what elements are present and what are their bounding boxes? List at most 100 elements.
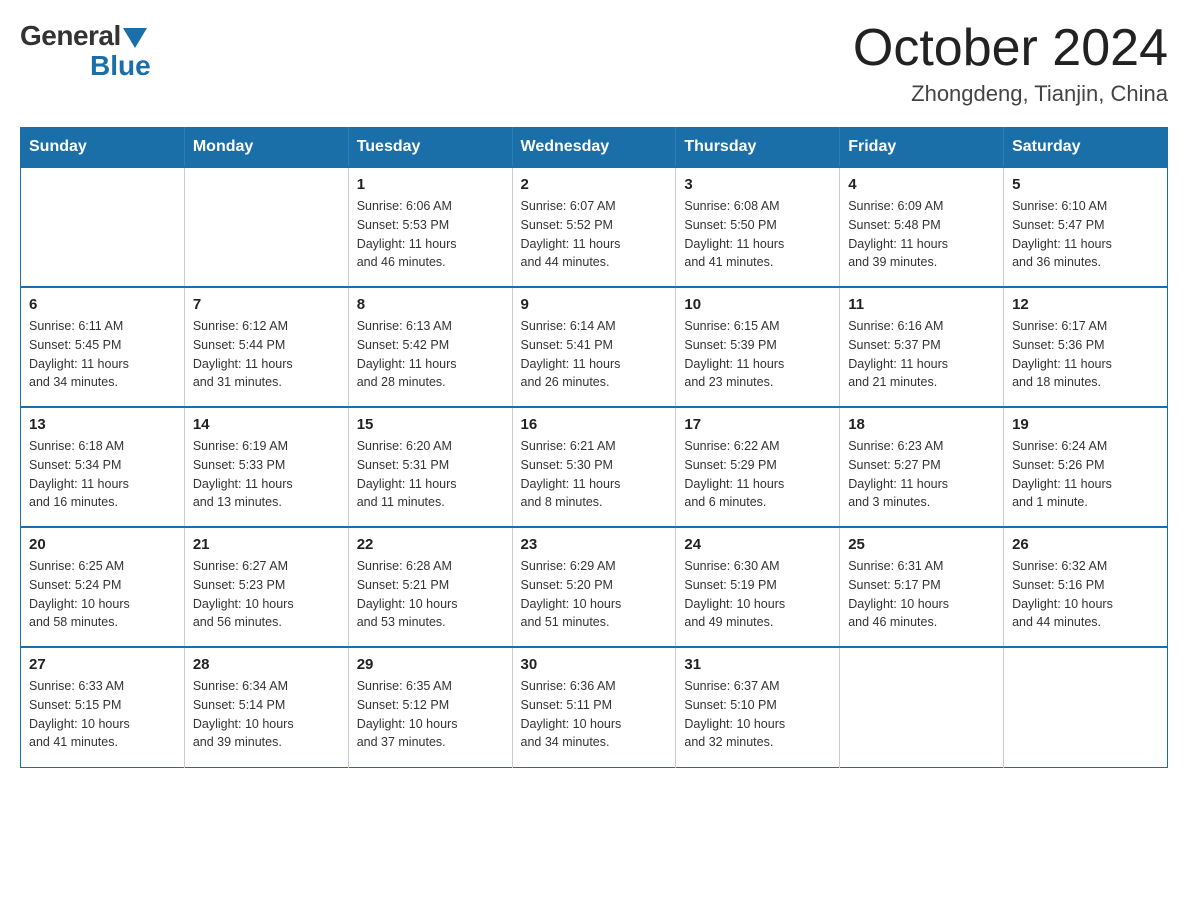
day-info: Sunrise: 6:16 AMSunset: 5:37 PMDaylight:… xyxy=(848,317,995,392)
weekday-header-tuesday: Tuesday xyxy=(348,128,512,168)
calendar-cell: 12Sunrise: 6:17 AMSunset: 5:36 PMDayligh… xyxy=(1004,287,1168,407)
day-number: 26 xyxy=(1012,536,1159,553)
calendar-cell: 1 Sunrise: 6:06 AMSunset: 5:53 PMDaylight… xyxy=(348,167,512,287)
calendar-cell xyxy=(1004,647,1168,767)
day-number: 23 xyxy=(521,536,668,553)
calendar-cell xyxy=(21,167,185,287)
day-number: 17 xyxy=(684,416,831,433)
calendar-cell: 27 Sunrise: 6:33 AMSunset: 5:15 PMDayligh… xyxy=(21,647,185,767)
calendar-cell: 25Sunrise: 6:31 AMSunset: 5:17 PMDayligh… xyxy=(840,527,1004,647)
day-info: Sunrise: 6:12 AMSunset: 5:44 PMDaylight:… xyxy=(193,317,340,392)
calendar-cell: 4 Sunrise: 6:09 AMSunset: 5:48 PMDaylight… xyxy=(840,167,1004,287)
day-info: Sunrise: 6:28 AMSunset: 5:21 PMDaylight:… xyxy=(357,557,504,632)
day-info: Sunrise: 6:07 AMSunset: 5:52 PMDaylight:… xyxy=(521,197,668,272)
calendar-cell: 19 Sunrise: 6:24 AMSunset: 5:26 PMDayligh… xyxy=(1004,407,1168,527)
day-number: 15 xyxy=(357,416,504,433)
day-info: Sunrise: 6:09 AMSunset: 5:48 PMDaylight:… xyxy=(848,197,995,272)
day-info: Sunrise: 6:27 AMSunset: 5:23 PMDaylight:… xyxy=(193,557,340,632)
calendar-cell: 2 Sunrise: 6:07 AMSunset: 5:52 PMDaylight… xyxy=(512,167,676,287)
day-info: Sunrise: 6:24 AMSunset: 5:26 PMDaylight:… xyxy=(1012,437,1159,512)
weekday-header-sunday: Sunday xyxy=(21,128,185,168)
day-number: 28 xyxy=(193,656,340,673)
day-number: 1 xyxy=(357,176,504,193)
weekday-header-wednesday: Wednesday xyxy=(512,128,676,168)
calendar-cell: 26Sunrise: 6:32 AMSunset: 5:16 PMDayligh… xyxy=(1004,527,1168,647)
day-number: 3 xyxy=(684,176,831,193)
day-info: Sunrise: 6:06 AMSunset: 5:53 PMDaylight:… xyxy=(357,197,504,272)
day-info: Sunrise: 6:25 AMSunset: 5:24 PMDaylight:… xyxy=(29,557,176,632)
calendar-cell: 17 Sunrise: 6:22 AMSunset: 5:29 PMDayligh… xyxy=(676,407,840,527)
day-number: 4 xyxy=(848,176,995,193)
calendar-cell: 20Sunrise: 6:25 AMSunset: 5:24 PMDayligh… xyxy=(21,527,185,647)
weekday-header-monday: Monday xyxy=(184,128,348,168)
calendar-cell: 18 Sunrise: 6:23 AMSunset: 5:27 PMDayligh… xyxy=(840,407,1004,527)
day-number: 13 xyxy=(29,416,176,433)
day-info: Sunrise: 6:30 AMSunset: 5:19 PMDaylight:… xyxy=(684,557,831,632)
calendar-cell: 7 Sunrise: 6:12 AMSunset: 5:44 PMDaylight… xyxy=(184,287,348,407)
month-title: October 2024 xyxy=(853,20,1168,77)
title-section: October 2024 Zhongdeng, Tianjin, China xyxy=(853,20,1168,107)
calendar-week-row: 27 Sunrise: 6:33 AMSunset: 5:15 PMDayligh… xyxy=(21,647,1168,767)
day-number: 7 xyxy=(193,296,340,313)
calendar-cell: 24 Sunrise: 6:30 AMSunset: 5:19 PMDayligh… xyxy=(676,527,840,647)
page-header: General Blue October 2024 Zhongdeng, Tia… xyxy=(20,20,1168,107)
day-number: 5 xyxy=(1012,176,1159,193)
day-info: Sunrise: 6:17 AMSunset: 5:36 PMDaylight:… xyxy=(1012,317,1159,392)
weekday-header-row: SundayMondayTuesdayWednesdayThursdayFrid… xyxy=(21,128,1168,168)
calendar-week-row: 20Sunrise: 6:25 AMSunset: 5:24 PMDayligh… xyxy=(21,527,1168,647)
calendar-table: SundayMondayTuesdayWednesdayThursdayFrid… xyxy=(20,127,1168,768)
calendar-cell: 23 Sunrise: 6:29 AMSunset: 5:20 PMDayligh… xyxy=(512,527,676,647)
calendar-cell: 21 Sunrise: 6:27 AMSunset: 5:23 PMDayligh… xyxy=(184,527,348,647)
day-number: 11 xyxy=(848,296,995,313)
calendar-cell: 13 Sunrise: 6:18 AMSunset: 5:34 PMDayligh… xyxy=(21,407,185,527)
calendar-cell: 6 Sunrise: 6:11 AMSunset: 5:45 PMDaylight… xyxy=(21,287,185,407)
calendar-cell: 11 Sunrise: 6:16 AMSunset: 5:37 PMDayligh… xyxy=(840,287,1004,407)
day-info: Sunrise: 6:18 AMSunset: 5:34 PMDaylight:… xyxy=(29,437,176,512)
day-number: 19 xyxy=(1012,416,1159,433)
day-info: Sunrise: 6:36 AMSunset: 5:11 PMDaylight:… xyxy=(521,677,668,752)
day-info: Sunrise: 6:29 AMSunset: 5:20 PMDaylight:… xyxy=(521,557,668,632)
day-number: 16 xyxy=(521,416,668,433)
day-info: Sunrise: 6:33 AMSunset: 5:15 PMDaylight:… xyxy=(29,677,176,752)
day-number: 21 xyxy=(193,536,340,553)
day-number: 2 xyxy=(521,176,668,193)
weekday-header-saturday: Saturday xyxy=(1004,128,1168,168)
calendar-week-row: 13 Sunrise: 6:18 AMSunset: 5:34 PMDayligh… xyxy=(21,407,1168,527)
day-number: 30 xyxy=(521,656,668,673)
day-info: Sunrise: 6:37 AMSunset: 5:10 PMDaylight:… xyxy=(684,677,831,752)
day-info: Sunrise: 6:35 AMSunset: 5:12 PMDaylight:… xyxy=(357,677,504,752)
day-number: 6 xyxy=(29,296,176,313)
day-number: 27 xyxy=(29,656,176,673)
day-number: 29 xyxy=(357,656,504,673)
day-info: Sunrise: 6:14 AMSunset: 5:41 PMDaylight:… xyxy=(521,317,668,392)
day-number: 9 xyxy=(521,296,668,313)
logo-general-text: General xyxy=(20,20,121,52)
day-number: 14 xyxy=(193,416,340,433)
calendar-cell: 3Sunrise: 6:08 AMSunset: 5:50 PMDaylight… xyxy=(676,167,840,287)
day-info: Sunrise: 6:22 AMSunset: 5:29 PMDaylight:… xyxy=(684,437,831,512)
day-info: Sunrise: 6:23 AMSunset: 5:27 PMDaylight:… xyxy=(848,437,995,512)
day-info: Sunrise: 6:10 AMSunset: 5:47 PMDaylight:… xyxy=(1012,197,1159,272)
day-info: Sunrise: 6:31 AMSunset: 5:17 PMDaylight:… xyxy=(848,557,995,632)
day-number: 22 xyxy=(357,536,504,553)
calendar-cell: 16 Sunrise: 6:21 AMSunset: 5:30 PMDayligh… xyxy=(512,407,676,527)
logo: General Blue xyxy=(20,20,151,82)
day-info: Sunrise: 6:15 AMSunset: 5:39 PMDaylight:… xyxy=(684,317,831,392)
day-number: 24 xyxy=(684,536,831,553)
location-title: Zhongdeng, Tianjin, China xyxy=(853,81,1168,107)
day-number: 10 xyxy=(684,296,831,313)
calendar-week-row: 6 Sunrise: 6:11 AMSunset: 5:45 PMDaylight… xyxy=(21,287,1168,407)
calendar-cell xyxy=(184,167,348,287)
calendar-cell: 29 Sunrise: 6:35 AMSunset: 5:12 PMDayligh… xyxy=(348,647,512,767)
day-info: Sunrise: 6:20 AMSunset: 5:31 PMDaylight:… xyxy=(357,437,504,512)
day-info: Sunrise: 6:13 AMSunset: 5:42 PMDaylight:… xyxy=(357,317,504,392)
calendar-cell xyxy=(840,647,1004,767)
day-info: Sunrise: 6:21 AMSunset: 5:30 PMDaylight:… xyxy=(521,437,668,512)
day-number: 8 xyxy=(357,296,504,313)
day-info: Sunrise: 6:11 AMSunset: 5:45 PMDaylight:… xyxy=(29,317,176,392)
calendar-cell: 22 Sunrise: 6:28 AMSunset: 5:21 PMDayligh… xyxy=(348,527,512,647)
calendar-cell: 8 Sunrise: 6:13 AMSunset: 5:42 PMDaylight… xyxy=(348,287,512,407)
day-number: 18 xyxy=(848,416,995,433)
calendar-cell: 14Sunrise: 6:19 AMSunset: 5:33 PMDayligh… xyxy=(184,407,348,527)
calendar-cell: 31Sunrise: 6:37 AMSunset: 5:10 PMDayligh… xyxy=(676,647,840,767)
